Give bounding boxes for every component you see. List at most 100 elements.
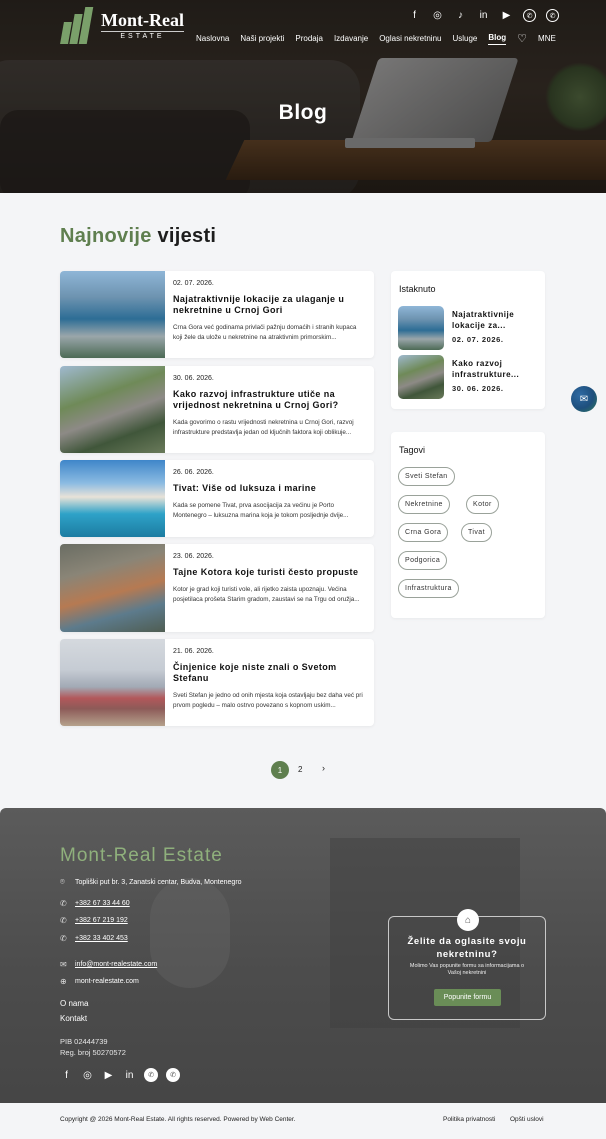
whatsapp-icon[interactable]: ✆ [166,1068,180,1082]
facebook-icon[interactable]: f [60,1069,73,1082]
featured-date: 30. 06. 2026. [452,384,504,393]
pagination-page-current[interactable]: 1 [271,761,289,779]
listing-cta-box: ⌂ Želite da oglasite svoju nekretninu? M… [388,909,546,1020]
post-image[interactable] [60,544,165,632]
cta-description: Molimo Vas popunite formu sa informacija… [409,963,525,976]
viber-icon[interactable]: ✆ [144,1068,158,1082]
featured-title[interactable]: Kako razvoj infrastrukture... [452,359,538,380]
site-logo[interactable]: Mont-Real ESTATE [60,7,184,44]
footer-bottom-bar: Copyright @ 2026 Mont-Real Estate. All r… [0,1103,606,1139]
blog-post-card[interactable]: 30. 06. 2026. Kako razvoj infrastrukture… [60,366,374,453]
post-title[interactable]: Činjenice koje niste znali o Svetom Stef… [173,662,366,684]
language-switch[interactable]: MNE [538,34,556,43]
footer-phone[interactable]: ✆ +382 67 219 192 [60,916,128,925]
post-title[interactable]: Tajne Kotora koje turisti često propuste [173,567,366,578]
main-nav: Naslovna Naši projekti Prodaja Izdavanje… [196,32,556,46]
instagram-icon[interactable]: ◎ [431,9,444,22]
section-title-dark: vijesti [157,225,217,247]
youtube-icon[interactable]: ▶ [102,1069,115,1082]
featured-thumbnail[interactable] [398,355,444,399]
post-image[interactable] [60,639,165,726]
post-image[interactable] [60,271,165,358]
tags-widget: Tagovi Sveti Stefan Nekretnine Kotor Crn… [391,432,545,618]
viber-icon[interactable]: ✆ [523,9,536,22]
footer-phone[interactable]: ✆ +382 67 33 44 60 [60,899,130,908]
featured-item[interactable]: Kako razvoj infrastrukture... 30. 06. 20… [398,355,538,399]
header-socials: f ◎ ♪ in ▶ ✆ ✆ [408,9,559,22]
footer-link-o-nama[interactable]: O nama [60,999,88,1008]
nav-oglasi-nekretninu[interactable]: Oglasi nekretninu [379,34,441,43]
phone-icon: ✆ [60,899,67,908]
logo-text-sub: ESTATE [101,31,184,40]
cta-title: Želite da oglasite svoju nekretninu? [407,936,527,960]
logo-text-main: Mont-Real [101,10,184,30]
terms-link[interactable]: Opšti uslovi [510,1116,544,1123]
featured-date: 02. 07. 2026. [452,335,504,344]
post-excerpt: Sveti Stefan je jedno od onih mjesta koj… [173,692,363,709]
mail-icon: ✉ [579,393,589,405]
post-date: 21. 06. 2026. [173,648,214,655]
post-excerpt: Kotor je grad koji turisti vole, ali rij… [173,586,360,603]
price-tag-icon: ⌂ [457,909,479,931]
tag-crna-gora[interactable]: Crna Gora [398,523,449,542]
tag-infrastruktura[interactable]: Infrastruktura [398,579,459,598]
featured-title[interactable]: Najatraktivnije lokacije za... [452,310,538,331]
footer-reg: Reg. broj 50270572 [60,1048,126,1057]
tag-tivat[interactable]: Tivat [461,523,492,542]
footer-address: ⌾ Topliški put br. 3, Zanatski centar, B… [60,877,242,886]
footer-link-kontakt[interactable]: Kontakt [60,1014,87,1023]
post-excerpt: Crna Gora već godinama privlači pažnju d… [173,324,357,341]
nav-naslovna[interactable]: Naslovna [196,34,229,43]
whatsapp-icon[interactable]: ✆ [546,9,559,22]
pagination-next[interactable]: › [322,763,325,773]
nav-prodaja[interactable]: Prodaja [295,34,323,43]
floating-mail-button[interactable]: ✉ [571,386,597,412]
footer-phone[interactable]: ✆ +382 33 402 453 [60,934,128,943]
page-title: Blog [278,101,328,124]
post-image[interactable] [60,460,165,537]
post-title[interactable]: Kako razvoj infrastrukture utiče na vrij… [173,389,366,411]
featured-item[interactable]: Najatraktivnije lokacije za... 02. 07. 2… [398,306,538,350]
blog-post-card[interactable]: 26. 06. 2026. Tivat: Više od luksuza i m… [60,460,374,537]
envelope-icon: ✉ [60,960,67,969]
privacy-link[interactable]: Politika privatnosti [443,1116,495,1123]
instagram-icon[interactable]: ◎ [81,1069,94,1082]
nav-nasi-projekti[interactable]: Naši projekti [240,34,284,43]
footer-socials: f ◎ ▶ in ✆ ✆ [60,1068,180,1082]
post-date: 23. 06. 2026. [173,553,214,560]
blog-post-card[interactable]: 02. 07. 2026. Najatraktivnije lokacije z… [60,271,374,358]
linkedin-icon[interactable]: in [123,1069,136,1082]
post-date: 30. 06. 2026. [173,375,214,382]
tag-nekretnine[interactable]: Nekretnine [398,495,450,514]
featured-heading: Istaknuto [399,284,436,294]
tag-podgorica[interactable]: Podgorica [398,551,448,570]
footer-bg-shape [150,878,230,988]
tiktok-icon[interactable]: ♪ [454,9,467,22]
footer-brand: Mont-Real Estate [60,845,223,866]
nav-blog[interactable]: Blog [488,33,507,45]
linkedin-icon[interactable]: in [477,9,490,22]
featured-widget: Istaknuto Najatraktivnije lokacije za...… [391,271,545,409]
favorites-heart-icon[interactable]: ♡ [517,32,527,45]
footer-pib: PIB 02444739 [60,1037,108,1046]
post-image[interactable] [60,366,165,453]
post-title[interactable]: Tivat: Više od luksuza i marine [173,483,366,494]
nav-usluge[interactable]: Usluge [452,34,477,43]
post-title[interactable]: Najatraktivnije lokacije za ulaganje u n… [173,294,366,316]
nav-izdavanje[interactable]: Izdavanje [334,34,368,43]
post-excerpt: Kada se pomene Tivat, prva asocijacija z… [173,502,349,519]
blog-post-card[interactable]: 23. 06. 2026. Tajne Kotora koje turisti … [60,544,374,632]
footer-website[interactable]: ⊕ mont-realestate.com [60,977,139,986]
phone-icon: ✆ [60,916,67,925]
blog-post-card[interactable]: 21. 06. 2026. Činjenice koje niste znali… [60,639,374,726]
cta-button[interactable]: Popunite formu [434,989,501,1006]
featured-thumbnail[interactable] [398,306,444,350]
facebook-icon[interactable]: f [408,9,421,22]
footer-email[interactable]: ✉ info@mont-realestate.com [60,960,157,969]
youtube-icon[interactable]: ▶ [500,9,513,22]
tag-kotor[interactable]: Kotor [466,495,499,514]
pagination-page-2[interactable]: 2 [298,765,302,774]
tag-sveti-stefan[interactable]: Sveti Stefan [398,467,455,486]
section-title-green: Najnovije [60,225,152,247]
post-date: 02. 07. 2026. [173,280,214,287]
